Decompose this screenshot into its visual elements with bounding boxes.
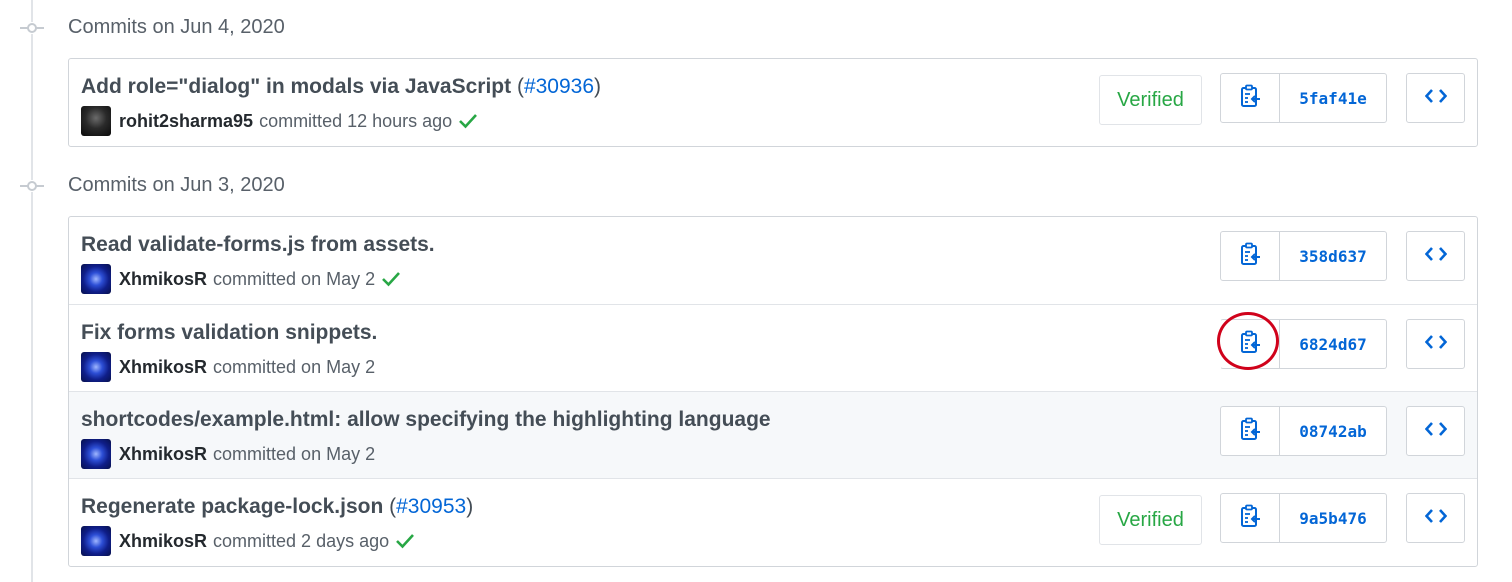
avatar[interactable] <box>81 352 111 382</box>
commit-sha-button-group: 6824d67 <box>1217 312 1387 370</box>
commit-list: Read validate-forms.js from assets. Xhmi… <box>68 216 1478 567</box>
clippy-icon <box>1239 330 1261 359</box>
pr-paren-open: ( <box>383 495 397 518</box>
clippy-icon <box>1239 242 1261 271</box>
commit-sha-button-group: 5faf41e <box>1220 73 1387 123</box>
commit-sha-button-group: 358d637 <box>1220 231 1387 281</box>
commit-author[interactable]: XhmikosR <box>119 444 207 465</box>
commit-sha-link[interactable]: 9a5b476 <box>1280 494 1386 542</box>
commit-sha-button-group: 9a5b476 <box>1220 493 1387 543</box>
commit-time: committed 2 days ago <box>213 530 390 551</box>
copy-sha-button[interactable] <box>1221 494 1280 542</box>
code-icon <box>1424 508 1447 529</box>
verified-badge[interactable]: Verified <box>1099 495 1202 545</box>
pull-request-link[interactable]: #30953 <box>396 495 466 518</box>
commit-author[interactable]: XhmikosR <box>119 269 207 290</box>
browse-repo-button[interactable] <box>1406 73 1465 123</box>
code-icon <box>1424 246 1447 267</box>
commit-row: Add role="dialog" in modals via JavaScri… <box>69 59 1477 146</box>
copy-sha-button[interactable] <box>1217 312 1280 370</box>
browse-repo-button[interactable] <box>1406 319 1465 369</box>
clippy-icon <box>1239 84 1261 113</box>
commit-time: committed 12 hours ago <box>259 110 453 131</box>
commit-group-title: Commits on Jun 3, 2020 <box>68 174 285 196</box>
commit-title[interactable]: Add role="dialog" in modals via JavaScri… <box>81 75 601 99</box>
commit-row: shortcodes/example.html: allow specifyin… <box>69 391 1477 478</box>
avatar[interactable] <box>81 264 111 294</box>
code-icon <box>1424 334 1447 355</box>
commit-time: committed on May 2 <box>213 268 376 289</box>
commit-message[interactable]: Regenerate package-lock.json <box>81 495 383 518</box>
verified-badge[interactable]: Verified <box>1099 75 1202 125</box>
git-commit-icon <box>20 180 44 192</box>
git-commit-icon <box>20 22 44 34</box>
commit-title[interactable]: shortcodes/example.html: allow specifyin… <box>81 408 771 432</box>
code-icon <box>1424 88 1447 109</box>
commit-time: committed on May 2 <box>213 356 376 377</box>
browse-repo-button[interactable] <box>1406 406 1465 456</box>
code-icon <box>1424 421 1447 442</box>
commit-time: committed on May 2 <box>213 443 376 464</box>
check-icon[interactable] <box>381 270 401 288</box>
pr-paren-open: ( <box>511 75 524 98</box>
commit-message[interactable]: Read validate-forms.js from assets. <box>81 233 435 256</box>
avatar[interactable] <box>81 439 111 469</box>
timeline-line <box>31 0 33 582</box>
commit-sha-button-group: 08742ab <box>1220 406 1387 456</box>
commit-title[interactable]: Fix forms validation snippets. <box>81 321 377 345</box>
commit-sha-link[interactable]: 358d637 <box>1280 232 1386 280</box>
commit-row: Read validate-forms.js from assets. Xhmi… <box>69 217 1477 304</box>
commit-title[interactable]: Read validate-forms.js from assets. <box>81 233 435 257</box>
clippy-icon <box>1239 504 1261 533</box>
commit-sha-link[interactable]: 5faf41e <box>1280 74 1386 122</box>
commit-author[interactable]: XhmikosR <box>119 357 207 378</box>
commit-meta: XhmikosR committed on May 2 <box>81 264 401 294</box>
copy-sha-button[interactable] <box>1221 232 1280 280</box>
commit-title[interactable]: Regenerate package-lock.json (#30953) <box>81 495 473 519</box>
commit-author[interactable]: XhmikosR <box>119 531 207 552</box>
commit-list: Add role="dialog" in modals via JavaScri… <box>68 58 1478 147</box>
commit-group-title: Commits on Jun 4, 2020 <box>68 16 285 38</box>
commit-meta: rohit2sharma95 committed 12 hours ago <box>81 106 478 136</box>
clippy-icon <box>1239 417 1261 446</box>
avatar[interactable] <box>81 526 111 556</box>
commit-row: Regenerate package-lock.json (#30953) Xh… <box>69 478 1477 565</box>
pr-paren-close: ) <box>466 495 474 518</box>
pull-request-link[interactable]: #30936 <box>524 75 594 98</box>
browse-repo-button[interactable] <box>1406 231 1465 281</box>
avatar[interactable] <box>81 106 111 136</box>
commit-meta: XhmikosR committed on May 2 <box>81 352 375 382</box>
commit-sha-link[interactable]: 08742ab <box>1280 407 1386 455</box>
commit-meta: XhmikosR committed 2 days ago <box>81 526 415 556</box>
copy-sha-button[interactable] <box>1221 74 1280 122</box>
browse-repo-button[interactable] <box>1406 493 1465 543</box>
commit-row: Fix forms validation snippets. XhmikosR … <box>69 304 1477 391</box>
commit-message[interactable]: Fix forms validation snippets. <box>81 321 377 344</box>
commit-sha-link[interactable]: 6824d67 <box>1280 320 1386 368</box>
copy-sha-button[interactable] <box>1221 407 1280 455</box>
commit-meta: XhmikosR committed on May 2 <box>81 439 375 469</box>
commit-message[interactable]: Add role="dialog" in modals via JavaScri… <box>81 75 511 98</box>
check-icon[interactable] <box>458 112 478 130</box>
check-icon[interactable] <box>395 532 415 550</box>
commit-author[interactable]: rohit2sharma95 <box>119 111 253 132</box>
pr-paren-close: ) <box>594 75 602 98</box>
commit-message[interactable]: shortcodes/example.html: allow specifyin… <box>81 408 771 431</box>
